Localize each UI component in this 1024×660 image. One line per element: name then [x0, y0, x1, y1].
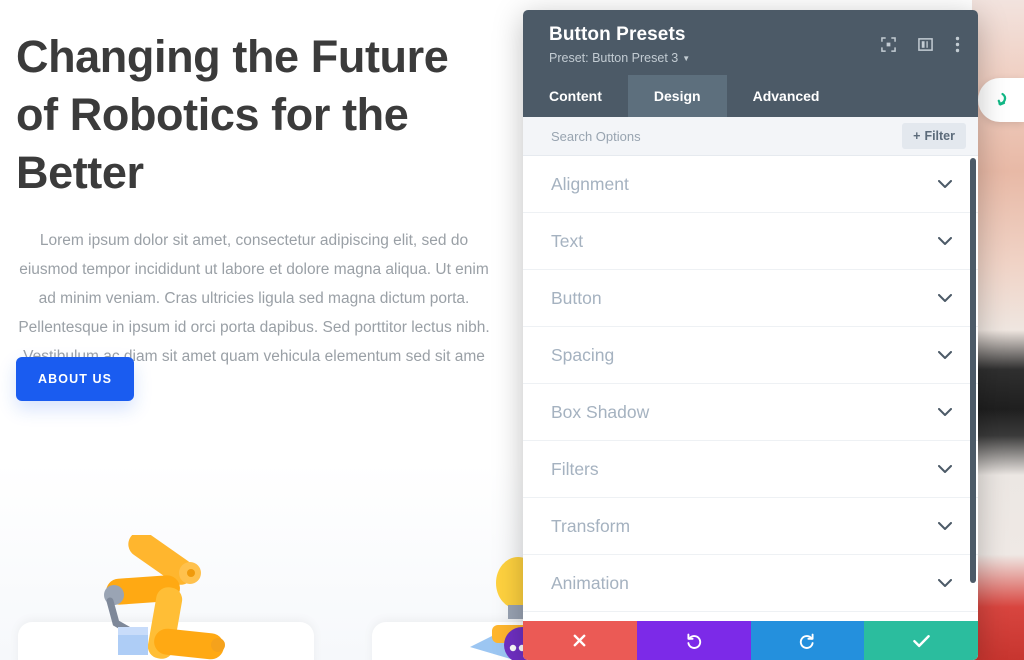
button-presets-modal: Button Presets Preset: Button Preset 3▼ [523, 10, 978, 660]
tab-content[interactable]: Content [523, 75, 628, 117]
chevron-down-icon [938, 521, 952, 531]
search-input[interactable] [551, 128, 851, 144]
section-label: Button [551, 287, 602, 308]
section-label: Transform [551, 515, 631, 536]
section-label: Filters [551, 458, 599, 479]
vertical-scrollbar[interactable] [970, 158, 976, 583]
undo-button[interactable] [636, 621, 751, 660]
chevron-down-icon [938, 293, 952, 303]
tab-design[interactable]: Design [627, 75, 727, 117]
chevron-down-icon: ▼ [682, 54, 691, 64]
section-label: Spacing [551, 344, 615, 365]
section-label: Text [551, 230, 584, 251]
redo-button[interactable] [750, 621, 865, 660]
chevron-down-icon [938, 407, 952, 417]
hero-section: Changing the Future of Robotics for the … [0, 28, 508, 371]
section-label: Box Shadow [551, 401, 650, 422]
filter-button[interactable]: + Filter [902, 123, 966, 149]
section-button[interactable]: Button [523, 270, 978, 327]
chevron-down-icon [938, 464, 952, 474]
screenshot-root: Changing the Future of Robotics for the … [0, 0, 1024, 660]
focus-target-icon[interactable] [881, 37, 896, 52]
section-transform[interactable]: Transform [523, 498, 978, 555]
options-panel: Alignment Text Button Spacing Box Shadow [523, 156, 978, 621]
illustration-area [0, 520, 560, 660]
plus-icon: + [913, 129, 921, 143]
scrollbar-thumb[interactable] [970, 158, 976, 583]
section-spacing[interactable]: Spacing [523, 327, 978, 384]
option-sections: Alignment Text Button Spacing Box Shadow [523, 156, 978, 612]
section-alignment[interactable]: Alignment [523, 156, 978, 213]
arrow-swoosh-icon [997, 92, 1007, 106]
section-label: Alignment [551, 173, 629, 194]
robot-arm-illustration [104, 535, 225, 660]
section-box-shadow[interactable]: Box Shadow [523, 384, 978, 441]
preset-label: Preset: Button Preset 3 [549, 51, 679, 65]
modal-tabs: Content Design Advanced [523, 75, 978, 117]
hero-paragraph: Lorem ipsum dolor sit amet, consectetur … [18, 232, 490, 365]
tab-advanced[interactable]: Advanced [727, 75, 846, 117]
undo-icon [687, 633, 702, 649]
search-row: +Filter [523, 117, 978, 156]
chevron-down-icon [938, 179, 952, 189]
panel-layout-icon[interactable] [918, 37, 933, 52]
modal-header: Button Presets Preset: Button Preset 3 ▼ [523, 10, 978, 75]
section-filters[interactable]: Filters [523, 441, 978, 498]
modal-header-actions [881, 36, 960, 53]
save-button[interactable] [864, 621, 978, 660]
check-icon [912, 634, 930, 647]
chevron-down-icon [938, 350, 952, 360]
modal-footer [523, 621, 978, 660]
about-us-button[interactable]: ABOUT US [16, 357, 135, 401]
filter-label: Filter [924, 129, 955, 143]
chevron-down-icon [938, 578, 952, 588]
section-label: Animation [551, 572, 629, 593]
close-icon [573, 634, 586, 647]
redo-icon [799, 633, 814, 649]
floating-action-button[interactable] [978, 78, 1024, 122]
cancel-button[interactable] [523, 621, 637, 660]
page-title: Changing the Future of Robotics for the … [16, 31, 449, 198]
more-vertical-icon[interactable] [955, 36, 960, 53]
chevron-down-icon [938, 236, 952, 246]
preset-selector[interactable]: Preset: Button Preset 3 ▼ [549, 51, 956, 65]
section-text[interactable]: Text [523, 213, 978, 270]
section-animation[interactable]: Animation [523, 555, 978, 612]
